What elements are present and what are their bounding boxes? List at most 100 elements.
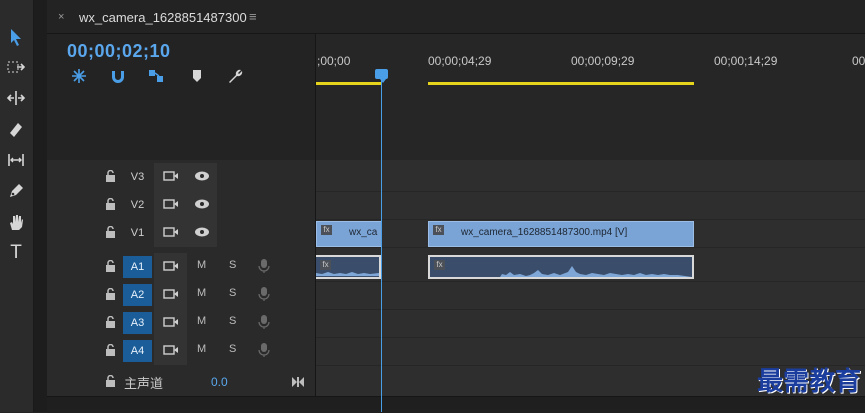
ripple-edit-tool-icon[interactable] (3, 85, 29, 111)
track-header-v3: V3 (47, 163, 315, 191)
track-divider (316, 309, 865, 310)
timeline-settings-wrench-icon[interactable] (225, 66, 245, 86)
solo-button[interactable]: S (229, 343, 236, 355)
track-headers: V3 V2 V1 A1 M S A2 M S A3 M S A4 M S (47, 160, 315, 396)
fx-badge: fx (321, 225, 332, 235)
sequence-tab-title[interactable]: wx_camera_1628851487300 (79, 10, 247, 25)
track-name[interactable]: V1 (123, 222, 152, 244)
lock-icon[interactable] (105, 198, 116, 210)
track-header-a3: A3 M S (47, 309, 315, 337)
solo-button[interactable]: S (229, 259, 236, 271)
track-name[interactable]: A3 (123, 312, 152, 334)
sequence-tab[interactable]: × wx_camera_1628851487300 ≡ (47, 0, 865, 34)
track-divider (316, 219, 865, 220)
eye-cell (187, 191, 217, 219)
audio-clip-a1-main[interactable]: fx (428, 255, 694, 279)
panel-menu-icon[interactable]: ≡ (249, 9, 257, 24)
eye-icon[interactable] (194, 169, 210, 183)
mute-button[interactable]: M (197, 343, 206, 355)
timeline-header: 00;00;02;10 (47, 34, 315, 160)
track-name[interactable]: A2 (123, 284, 152, 306)
selection-tool-icon[interactable] (3, 24, 29, 50)
ruler-label: 00; (852, 54, 865, 68)
linked-selection-icon[interactable] (146, 66, 166, 86)
track-name[interactable]: V2 (123, 194, 152, 216)
playhead-line (381, 78, 382, 412)
clip-name: wx_camera_1628851487300.mp4 [V] (461, 227, 628, 238)
playhead-timecode[interactable]: 00;00;02;10 (67, 41, 171, 62)
voice-over-mic-icon[interactable] (258, 342, 270, 358)
sync-lock-cell (154, 163, 187, 191)
panel-divider (34, 0, 47, 412)
track-name[interactable]: V3 (123, 166, 152, 188)
waveform (430, 266, 692, 277)
waveform (316, 272, 379, 276)
track-select-tool-icon[interactable] (3, 54, 29, 80)
track-header-v2: V2 (47, 191, 315, 219)
lock-icon[interactable] (105, 375, 116, 387)
toggle-sync-icon[interactable] (163, 169, 179, 183)
track-header-a2: A2 M S (47, 281, 315, 309)
solo-button[interactable]: S (229, 315, 236, 327)
video-clip-v1-left[interactable]: fx wx_ca (316, 221, 382, 247)
lock-icon[interactable] (105, 288, 116, 300)
sync-lock-cell (154, 309, 187, 337)
mute-button[interactable]: M (197, 287, 206, 299)
watermark-logo: 最需教育 (756, 367, 861, 397)
voice-over-mic-icon[interactable] (258, 258, 270, 274)
lock-icon[interactable] (105, 260, 116, 272)
ruler-label: 00;00;04;29 (428, 54, 492, 68)
solo-button[interactable]: S (229, 287, 236, 299)
sync-lock-cell (154, 337, 187, 365)
track-header-a4: A4 M S (47, 337, 315, 365)
master-track-header: 主声道 0.0 (47, 368, 315, 396)
track-header-a1: A1 M S (47, 253, 315, 281)
mute-button[interactable]: M (197, 259, 206, 271)
lock-icon[interactable] (105, 316, 116, 328)
nest-sequence-icon[interactable] (69, 66, 89, 86)
snap-icon[interactable] (108, 66, 128, 86)
sync-lock-cell (154, 253, 187, 281)
lock-icon[interactable] (105, 170, 116, 182)
video-clip-v1-main[interactable]: fx wx_camera_1628851487300.mp4 [V] (428, 221, 694, 247)
close-tab-icon[interactable]: × (58, 11, 64, 23)
track-name[interactable]: A1 (123, 256, 152, 278)
timeline-scrollbar[interactable] (47, 396, 865, 413)
sync-lock-cell (154, 191, 187, 219)
toggle-sync-icon[interactable] (163, 315, 179, 329)
audio-clip-a1-left[interactable]: fx (316, 255, 381, 279)
eye-icon[interactable] (194, 197, 210, 211)
toggle-sync-icon[interactable] (163, 287, 179, 301)
type-tool-icon[interactable]: T (3, 240, 29, 266)
toggle-sync-icon[interactable] (163, 259, 179, 273)
fx-badge: fx (433, 225, 444, 235)
mute-button[interactable]: M (197, 315, 206, 327)
go-to-end-icon[interactable] (291, 376, 305, 388)
pen-tool-icon[interactable] (3, 178, 29, 204)
razor-tool-icon[interactable] (3, 116, 29, 142)
work-area-bar[interactable] (428, 82, 694, 85)
work-area-bar[interactable] (316, 82, 382, 85)
ruler-label: 00;00;09;29 (571, 54, 635, 68)
master-volume-value[interactable]: 0.0 (211, 375, 228, 389)
slip-tool-icon[interactable] (3, 147, 29, 173)
toggle-sync-icon[interactable] (163, 197, 179, 211)
add-marker-icon[interactable] (187, 66, 207, 86)
eye-icon[interactable] (194, 225, 210, 239)
sync-lock-cell (154, 281, 187, 309)
toggle-sync-icon[interactable] (163, 225, 179, 239)
clip-name: wx_ca (349, 227, 378, 238)
eye-cell (187, 219, 217, 247)
lock-icon[interactable] (105, 344, 116, 356)
hand-tool-icon[interactable] (3, 209, 29, 235)
track-header-v1: V1 (47, 219, 315, 247)
voice-over-mic-icon[interactable] (258, 286, 270, 302)
toggle-sync-icon[interactable] (163, 343, 179, 357)
time-ruler[interactable]: ;00;00 00;00;04;29 00;00;09;29 00;00;14;… (315, 34, 865, 160)
track-name[interactable]: A4 (123, 340, 152, 362)
tools-panel: T (0, 0, 34, 412)
lock-icon[interactable] (105, 226, 116, 238)
track-divider (316, 247, 865, 248)
ruler-label: ;00;00 (317, 54, 351, 68)
voice-over-mic-icon[interactable] (258, 314, 270, 330)
